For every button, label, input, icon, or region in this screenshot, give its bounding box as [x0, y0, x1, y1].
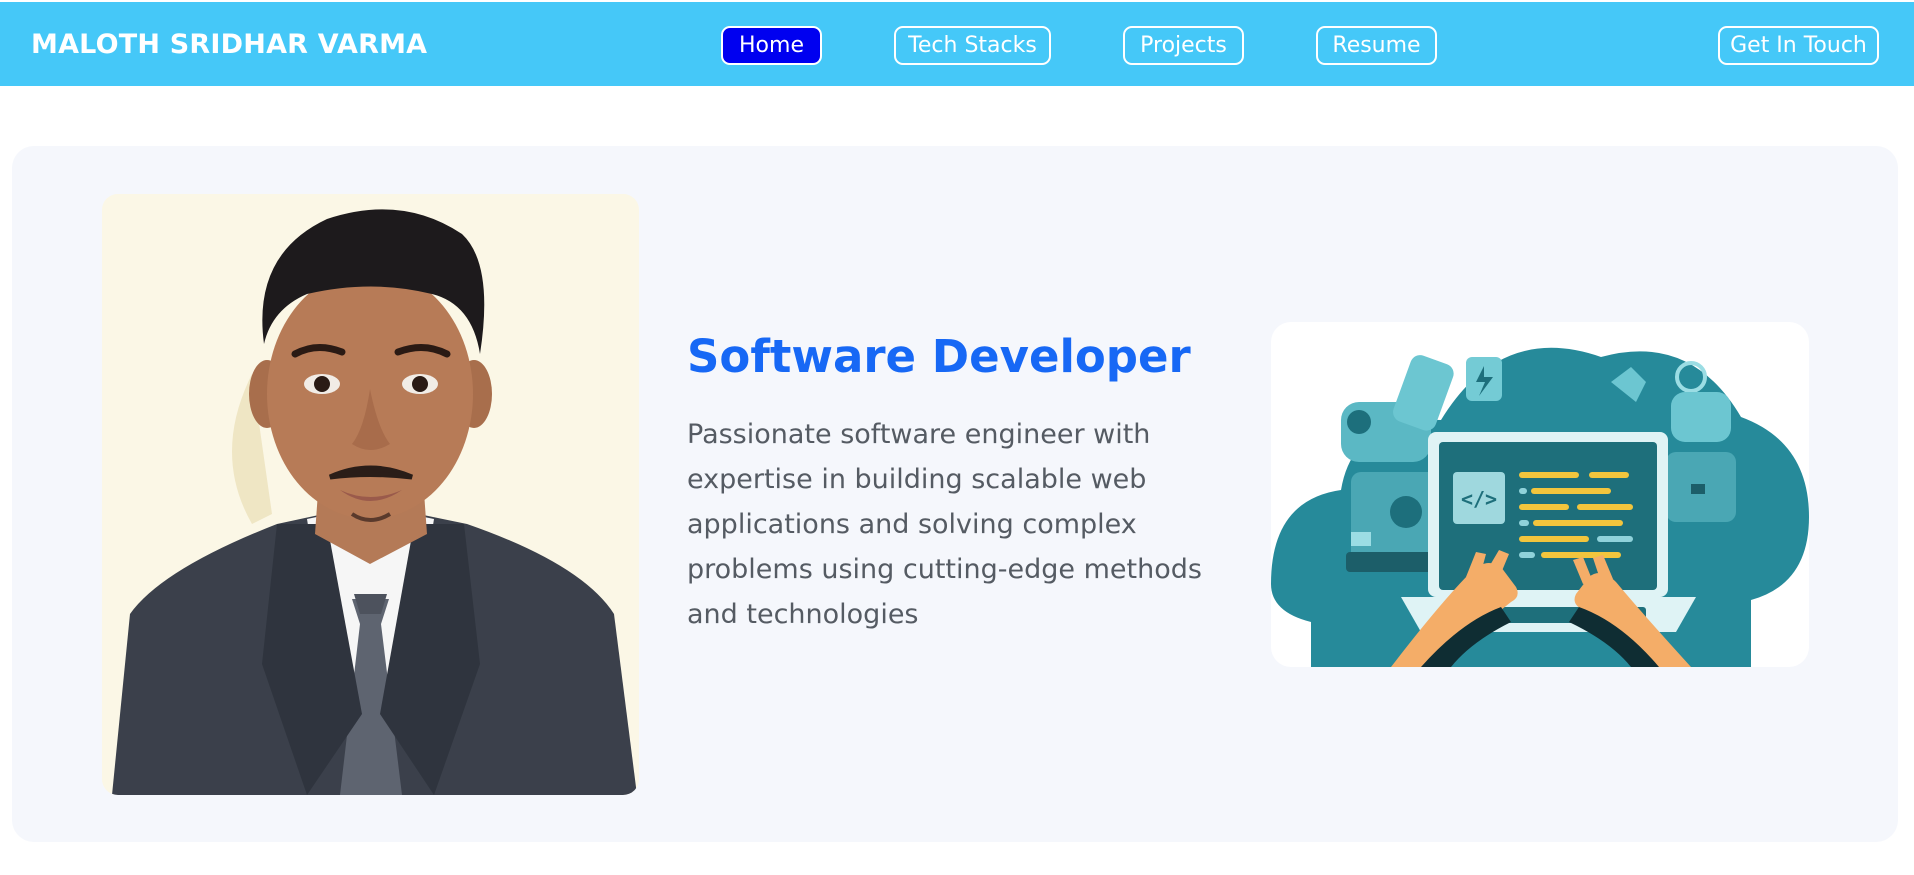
nav-projects-button[interactable]: Projects — [1123, 26, 1244, 65]
developer-illustration: </> — [1271, 322, 1809, 667]
nav-resume-button[interactable]: Resume — [1316, 26, 1437, 65]
illustration-code-label: </> — [1461, 487, 1497, 511]
top-navbar: MALOTH SRIDHAR VARMA Home Tech Stacks Pr… — [0, 2, 1914, 86]
profile-photo — [102, 194, 639, 795]
nav-home-button[interactable]: Home — [721, 26, 822, 65]
nav-tech-stacks-button[interactable]: Tech Stacks — [894, 26, 1051, 65]
profile-photo-graphic — [102, 194, 639, 795]
get-in-touch-button[interactable]: Get In Touch — [1718, 26, 1879, 65]
hero-title: Software Developer — [687, 330, 1191, 383]
hero-description: Passionate software engineer with expert… — [687, 419, 1202, 630]
site-brand[interactable]: MALOTH SRIDHAR VARMA — [31, 29, 427, 60]
developer-laptop-icon: </> — [1271, 347, 1809, 667]
